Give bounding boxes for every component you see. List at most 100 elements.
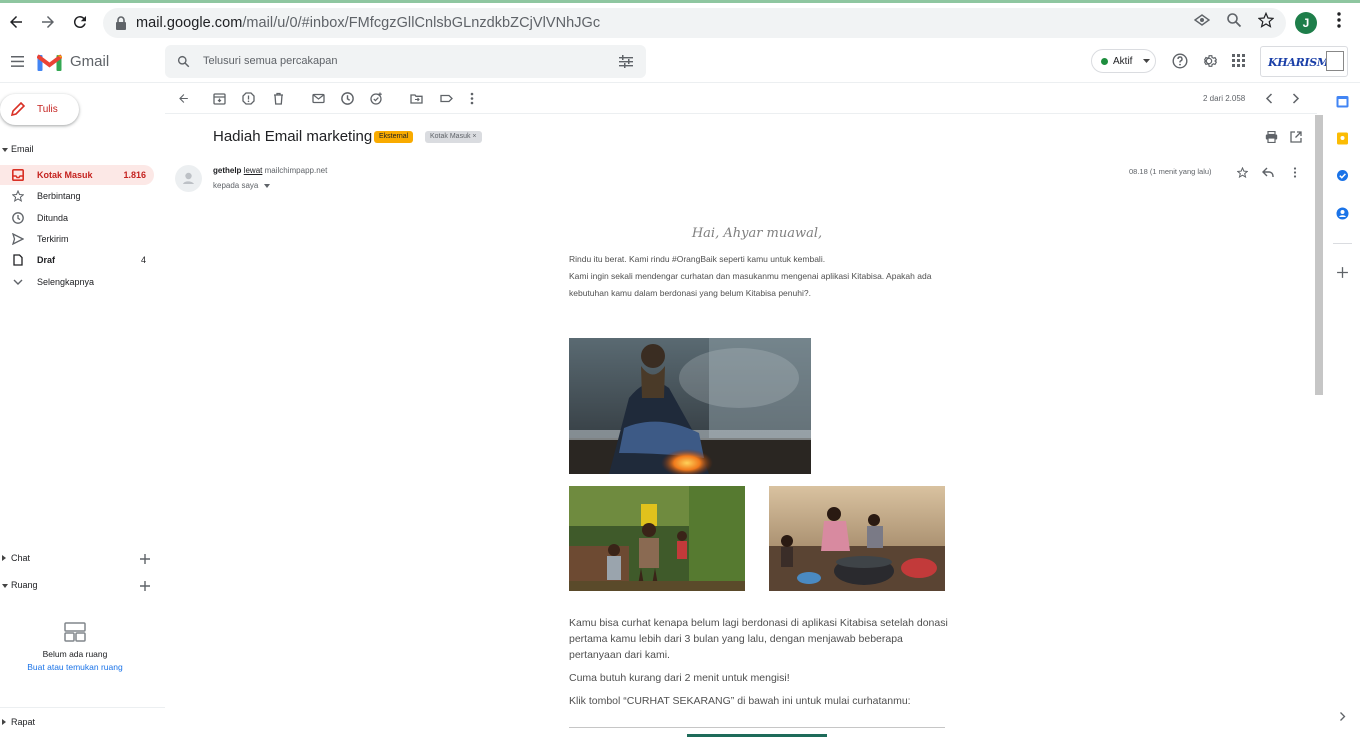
star-icon[interactable] — [1237, 167, 1248, 178]
search-icon[interactable] — [177, 55, 190, 68]
body-paragraph-2: Cuma butuh kurang dari 2 menit untuk men… — [569, 672, 790, 684]
side-panel — [1325, 83, 1360, 737]
mark-unread-icon[interactable] — [312, 92, 325, 105]
expand-panel-chevron-icon[interactable] — [1336, 710, 1349, 723]
email-timestamp: 08.18 (1 menit yang lalu) — [1129, 167, 1212, 176]
draft-icon — [12, 254, 24, 266]
keep-icon[interactable] — [1336, 132, 1349, 145]
lock-icon — [115, 16, 127, 30]
intro-line-2: Kami ingin sekali mendengar curhatan dan… — [569, 271, 932, 298]
empty-rooms-panel: Belum ada ruang Buat atau temukan ruang — [0, 622, 150, 672]
message-toolbar: 2 dari 2.058 — [165, 83, 1317, 114]
add-to-tasks-icon[interactable] — [370, 92, 383, 105]
divider — [0, 707, 165, 708]
search-options-icon[interactable] — [619, 55, 633, 68]
move-to-icon[interactable] — [410, 92, 423, 105]
browser-menu-icon[interactable] — [1330, 11, 1348, 29]
report-spam-icon[interactable] — [242, 92, 255, 105]
back-arrow-icon[interactable] — [5, 11, 27, 33]
eye-icon[interactable] — [1193, 11, 1211, 29]
broken-image-icon — [1326, 51, 1344, 71]
details-caret-icon[interactable] — [263, 184, 270, 188]
scrollbar-thumb[interactable] — [1315, 115, 1323, 395]
body-paragraph-3: Klik tombol “CURHAT SEKARANG” di bawah i… — [569, 695, 911, 707]
new-chat-plus-icon[interactable] — [139, 553, 151, 565]
url-text: mail.google.com/mail/u/0/#inbox/FMfcgzGl… — [136, 15, 601, 31]
forward-arrow-icon[interactable] — [37, 11, 59, 33]
organization-logo[interactable]: KHARISMA — [1260, 46, 1348, 77]
children-in-forest-photo — [569, 486, 745, 591]
external-badge: Eksternal — [374, 131, 414, 143]
email-greeting: Hai, Ahyar muawal, — [691, 226, 823, 241]
nav-item-snoozed[interactable]: Ditunda — [0, 208, 154, 228]
create-room-link[interactable]: Buat atau temukan ruang — [0, 662, 150, 672]
inbox-icon — [12, 169, 24, 181]
chevron-down-icon — [12, 276, 24, 288]
pagination-text: 2 dari 2.058 — [1203, 94, 1246, 103]
browser-toolbar: mail.google.com/mail/u/0/#inbox/FMfcgzGl… — [0, 0, 1360, 41]
bookmark-star-icon[interactable] — [1257, 11, 1275, 29]
nav-item-starred[interactable]: Berbintang — [0, 186, 154, 206]
print-icon[interactable] — [1265, 131, 1278, 143]
rooms-grid-icon — [64, 622, 86, 642]
nav-item-drafts[interactable]: Draf 4 — [0, 250, 154, 270]
star-icon — [12, 190, 24, 202]
reload-icon[interactable] — [69, 11, 91, 33]
new-room-plus-icon[interactable] — [139, 580, 151, 592]
sender-line: gethelp lewat mailchimpapp.net — [213, 166, 327, 175]
status-dot — [1101, 58, 1108, 65]
sender-name[interactable]: gethelp — [213, 166, 241, 175]
remove-label-icon[interactable]: × — [472, 133, 476, 140]
search-input[interactable]: Telusuri semua percakapan — [203, 55, 338, 67]
campfire-photo — [569, 338, 811, 474]
apps-grid-icon[interactable] — [1232, 54, 1245, 67]
main-menu-icon[interactable] — [11, 56, 24, 67]
via-link[interactable]: lewat — [244, 166, 263, 175]
profile-avatar[interactable]: J — [1295, 12, 1317, 34]
empty-rooms-text: Belum ada ruang — [42, 649, 108, 659]
divider — [1333, 243, 1352, 244]
newer-chevron-icon[interactable] — [1263, 92, 1276, 105]
sender-avatar[interactable] — [175, 165, 202, 192]
label-icon[interactable] — [440, 92, 453, 105]
nav-item-inbox[interactable]: Kotak Masuk 1.816 — [0, 165, 154, 185]
gmail-wordmark: Gmail — [70, 53, 110, 70]
expand-caret-icon — [2, 719, 6, 725]
gmail-logo-icon[interactable] — [37, 52, 62, 71]
more-options-icon[interactable] — [470, 92, 483, 105]
delete-icon[interactable] — [272, 92, 285, 105]
calendar-icon[interactable] — [1336, 95, 1349, 108]
get-addons-plus-icon[interactable] — [1336, 266, 1349, 279]
back-to-inbox-icon[interactable] — [177, 92, 190, 105]
body-paragraph-1: Kamu bisa curhat kenapa belum lagi berdo… — [569, 617, 948, 661]
tasks-icon[interactable] — [1336, 169, 1349, 182]
send-icon — [12, 233, 24, 245]
message-more-icon[interactable] — [1293, 167, 1297, 178]
zoom-icon[interactable] — [1225, 11, 1243, 29]
gmail-header: Gmail Telusuri semua percakapan Aktif KH… — [0, 41, 1360, 83]
nav-item-more[interactable]: Selengkapnya — [0, 272, 154, 292]
snooze-clock-icon[interactable] — [341, 92, 354, 105]
older-chevron-icon[interactable] — [1289, 92, 1302, 105]
email-subject: Hadiah Email marketing — [213, 128, 373, 145]
content-divider — [569, 727, 945, 728]
caret-down-icon — [1143, 59, 1150, 63]
compose-button[interactable]: Tulis — [0, 94, 79, 125]
reply-icon[interactable] — [1262, 167, 1274, 178]
address-bar[interactable]: mail.google.com/mail/u/0/#inbox/FMfcgzGl… — [103, 8, 1286, 38]
archive-icon[interactable] — [213, 92, 226, 105]
clock-icon — [12, 212, 24, 224]
expand-caret-icon — [2, 555, 6, 561]
nav-item-sent[interactable]: Terkirim — [0, 229, 154, 249]
collapse-caret-icon — [2, 148, 8, 152]
recipient-details[interactable]: kepada saya — [213, 181, 270, 190]
collapse-caret-icon — [2, 584, 8, 588]
contacts-icon[interactable] — [1336, 207, 1349, 220]
help-icon[interactable] — [1172, 53, 1188, 69]
inbox-label-chip[interactable]: Kotak Masuk × — [425, 131, 482, 143]
settings-gear-icon[interactable] — [1201, 53, 1217, 69]
open-in-new-window-icon[interactable] — [1290, 131, 1302, 143]
women-washing-dishes-photo — [769, 486, 945, 591]
status-selector[interactable]: Aktif — [1091, 49, 1156, 73]
search-box[interactable]: Telusuri semua percakapan — [165, 45, 646, 78]
